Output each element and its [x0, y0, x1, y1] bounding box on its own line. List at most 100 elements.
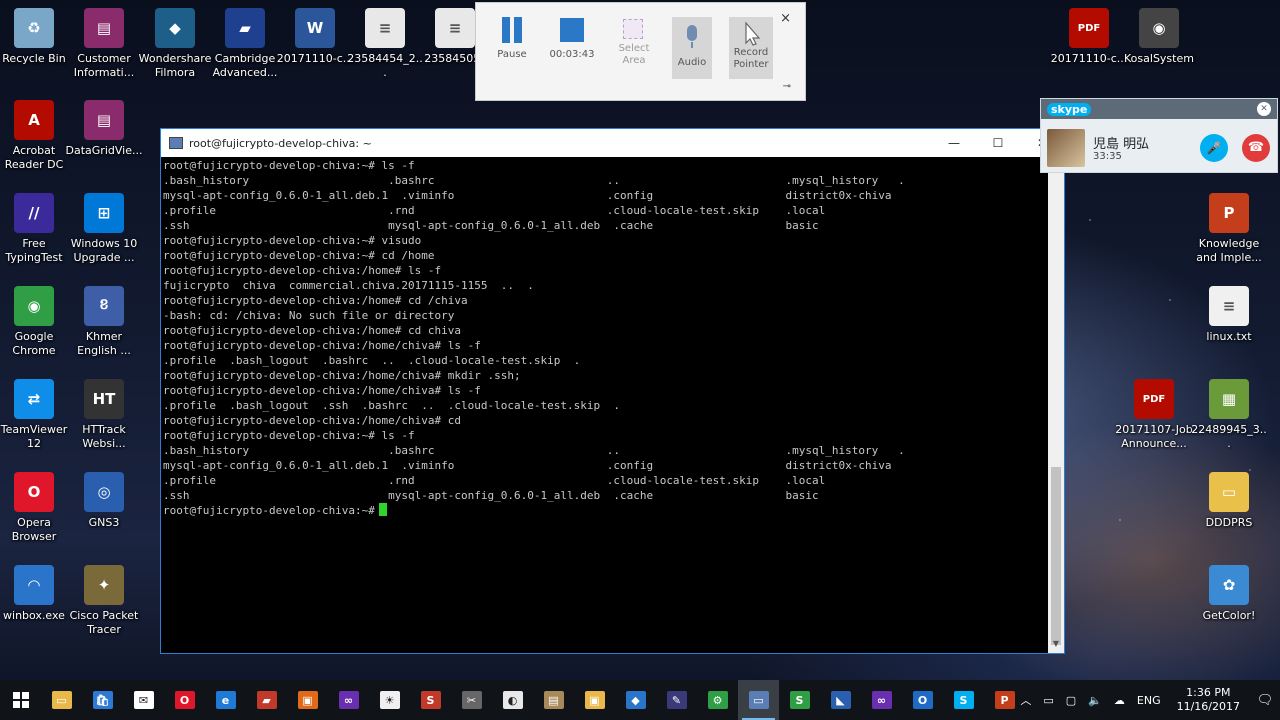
taskbar-app-s-button[interactable]: S: [410, 680, 451, 720]
taskbar-app-drop-button[interactable]: ◐: [492, 680, 533, 720]
taskbar-app-yellow-button[interactable]: ▣: [574, 680, 615, 720]
taskbar-file-explorer-button[interactable]: ▭: [41, 680, 82, 720]
volume-icon[interactable]: 🔈: [1088, 694, 1102, 707]
taskbar-brightness-button[interactable]: ☀: [369, 680, 410, 720]
pause-button[interactable]: Pause: [484, 17, 540, 61]
cloud-icon[interactable]: ☁: [1114, 694, 1125, 707]
app-icon: ⇄: [14, 379, 54, 419]
taskbar-edge-button[interactable]: e: [205, 680, 246, 720]
end-call-button[interactable]: ☎: [1242, 134, 1270, 162]
terminal-title-bar[interactable]: root@fujicrypto-develop-chiva: ~ — ☐ ✕: [161, 129, 1064, 157]
taskbar-winrar-button[interactable]: ▰: [246, 680, 287, 720]
terminal-line: .bash_history .bashrc .. .mysql_history …: [163, 174, 905, 187]
record-pointer-button[interactable]: Record Pointer: [729, 17, 773, 79]
desktop-icon[interactable]: ✿ GetColor!: [1190, 565, 1268, 623]
desktop-icon[interactable]: W 20171110-c...: [276, 8, 354, 66]
app-icon: ✦: [84, 565, 124, 605]
stop-button[interactable]: 00:03:43: [544, 17, 600, 61]
taskbar-store-button[interactable]: 🛍: [82, 680, 123, 720]
taskbar-app-tag-button[interactable]: ◆: [615, 680, 656, 720]
desktop-icon[interactable]: // Free TypingTest: [0, 193, 73, 265]
desktop-icon[interactable]: HT HTTrack Websi...: [65, 379, 143, 451]
terminal-prompt-line[interactable]: root@fujicrypto-develop-chiva:~#: [163, 503, 1046, 518]
taskbar-opera-button[interactable]: O: [164, 680, 205, 720]
desktop-icon-label: 20171107-Job Announce...: [1115, 423, 1193, 450]
taskbar-app-edit-button[interactable]: ✎: [656, 680, 697, 720]
vs-purple-icon: ∞: [871, 691, 892, 709]
terminal-output[interactable]: root@fujicrypto-develop-chiva:~# ls -f .b…: [161, 157, 1048, 653]
desktop-icon[interactable]: ◆ Wondershare Filmora: [136, 8, 214, 80]
network-icon[interactable]: ▢: [1066, 694, 1076, 707]
taskbar-putty-button[interactable]: ▭: [738, 680, 779, 720]
taskbar-app-orange-button[interactable]: ▣: [287, 680, 328, 720]
desktop-icon-label: Recycle Bin: [2, 52, 66, 65]
desktop-icon[interactable]: ◉ KosalSystem: [1120, 8, 1198, 66]
mute-microphone-button[interactable]: 🎤: [1200, 134, 1228, 162]
taskbar-app-network-button[interactable]: ⚙: [697, 680, 738, 720]
taskbar-tools-button[interactable]: ✂: [451, 680, 492, 720]
terminal-cursor: [378, 503, 387, 516]
terminal-line: .profile .rnd .cloud-locale-test.skip .l…: [163, 204, 826, 217]
app-icon: ◆: [155, 8, 195, 48]
desktop-icon[interactable]: ខ Khmer English ...: [65, 286, 143, 358]
desktop-icon[interactable]: ⊞ Windows 10 Upgrade ...: [65, 193, 143, 265]
language-indicator[interactable]: ENG: [1137, 694, 1161, 707]
pin-icon[interactable]: ⊸: [783, 81, 791, 92]
taskbar-app-blue-button[interactable]: ◣: [820, 680, 861, 720]
app-s-icon: S: [420, 691, 441, 709]
scrollbar-thumb[interactable]: [1051, 467, 1061, 645]
desktop-icon[interactable]: ▰ Cambridge Advanced...: [206, 8, 284, 80]
show-hidden-icons[interactable]: ︿: [1020, 692, 1031, 708]
desktop-icon[interactable]: O Opera Browser: [0, 472, 73, 544]
putty-icon: [169, 137, 183, 149]
mail-icon: ✉: [133, 691, 154, 709]
taskbar-snipping-button[interactable]: S: [779, 680, 820, 720]
taskbar-skype-button[interactable]: S: [943, 680, 984, 720]
desktop-icon[interactable]: ◎ GNS3: [65, 472, 143, 530]
battery-icon[interactable]: ▭: [1043, 694, 1053, 707]
snipping-icon: S: [789, 691, 810, 709]
app-icon: ⊞: [84, 193, 124, 233]
start-button[interactable]: [0, 680, 41, 720]
desktop-icon[interactable]: ◉ Google Chrome: [0, 286, 73, 358]
maximize-button[interactable]: ☐: [976, 129, 1020, 157]
skype-close-icon[interactable]: ✕: [1257, 102, 1271, 116]
minimize-button[interactable]: —: [932, 129, 976, 157]
desktop-icon[interactable]: ≡ 23584454_2...: [346, 8, 424, 80]
desktop-icon[interactable]: A Acrobat Reader DC: [0, 100, 73, 172]
terminal-scrollbar[interactable]: ▲ ▼: [1048, 157, 1064, 653]
clock[interactable]: 1:36 PM 11/16/2017: [1177, 686, 1240, 714]
desktop-icon[interactable]: PDF 20171110-c...: [1050, 8, 1128, 66]
desktop-icon[interactable]: ≡ linux.txt: [1190, 286, 1268, 344]
recorder-close-icon[interactable]: ×: [780, 11, 791, 26]
desktop-icon[interactable]: PDF 20171107-Job Announce...: [1115, 379, 1193, 451]
select-area-button[interactable]: Select Area: [606, 17, 662, 67]
notifications-icon[interactable]: 🗨: [1250, 680, 1280, 720]
brightness-icon: ☀: [379, 691, 400, 709]
visual-studio-icon: ∞: [338, 691, 359, 709]
desktop-icon[interactable]: ▭ DDDPRS: [1190, 472, 1268, 530]
desktop-icon[interactable]: ✦ Cisco Packet Tracer: [65, 565, 143, 637]
terminal-prompt: root@fujicrypto-develop-chiva:~#: [163, 504, 375, 517]
desktop-icon[interactable]: ⇄ TeamViewer 12: [0, 379, 73, 451]
desktop-icon[interactable]: ♻ Recycle Bin: [0, 8, 73, 66]
scroll-down-icon[interactable]: ▼: [1048, 639, 1064, 653]
desktop-icon-label: HTTrack Websi...: [82, 423, 126, 450]
microphone-icon: [679, 25, 705, 51]
taskbar-app-notes-button[interactable]: ▤: [533, 680, 574, 720]
app-icon: ◠: [14, 565, 54, 605]
taskbar-visual-studio-button[interactable]: ∞: [328, 680, 369, 720]
taskbar-vs-purple-button[interactable]: ∞: [861, 680, 902, 720]
taskbar-outlook-button[interactable]: O: [902, 680, 943, 720]
audio-button[interactable]: Audio: [672, 17, 712, 79]
putty-terminal-window[interactable]: root@fujicrypto-develop-chiva: ~ — ☐ ✕ r…: [160, 128, 1065, 654]
desktop-icon[interactable]: ▤ DataGridVie...: [65, 100, 143, 158]
desktop-icon[interactable]: ◠ winbox.exe: [0, 565, 73, 623]
desktop-icon[interactable]: ▦ 22489945_3...: [1190, 379, 1268, 451]
taskbar-mail-button[interactable]: ✉: [123, 680, 164, 720]
app-icon: ▰: [225, 8, 265, 48]
file-explorer-icon: ▭: [51, 691, 72, 709]
desktop-icon[interactable]: ▤ Customer Informati...: [65, 8, 143, 80]
desktop-icon[interactable]: P Knowledge and Imple...: [1190, 193, 1268, 265]
outlook-icon: O: [912, 691, 933, 709]
